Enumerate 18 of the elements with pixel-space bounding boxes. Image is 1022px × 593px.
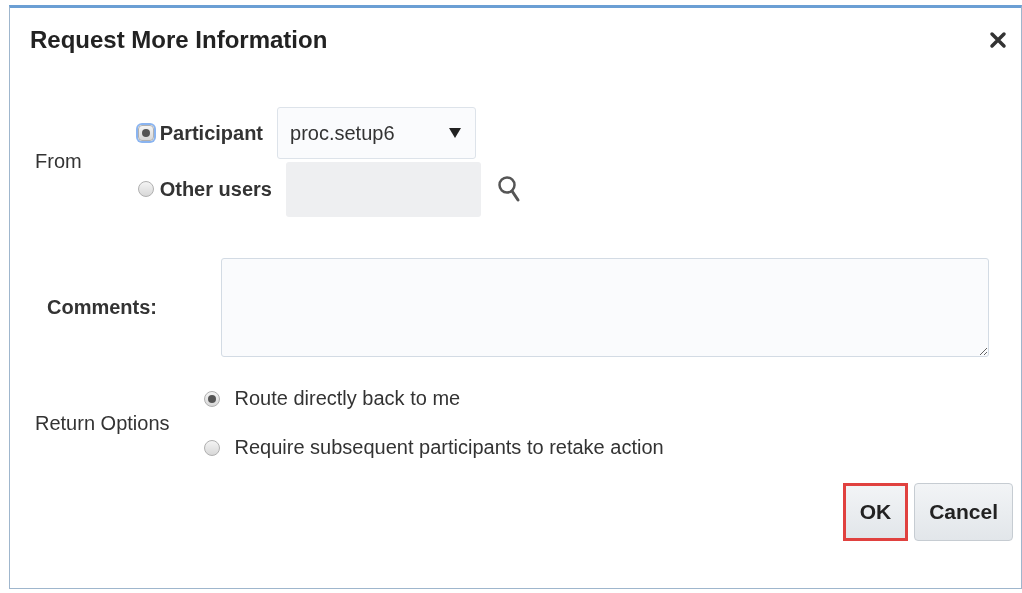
radio-label[interactable]: Require subsequent participants to retake action — [234, 436, 664, 459]
dialog-button[interactable]: Cancel — [914, 483, 1013, 541]
dialog-button[interactable]: OK — [842, 483, 909, 541]
from-label: From — [35, 149, 82, 173]
user-dropdown[interactable]: proc.setup6 — [277, 107, 477, 159]
comments-label: Comments: — [47, 296, 158, 319]
dropdown-arrow-icon — [449, 128, 462, 138]
radio-button[interactable] — [137, 181, 154, 197]
radio-label[interactable]: Route directly back to me — [234, 387, 461, 410]
close-icon[interactable] — [989, 31, 1007, 49]
dialog-title: Request More Information — [30, 26, 328, 54]
radio-button[interactable] — [137, 125, 154, 141]
radio-label[interactable]: Other users — [159, 177, 272, 201]
comments-field[interactable] — [221, 258, 989, 357]
radio-label[interactable]: Participant — [159, 121, 264, 145]
radio-button[interactable] — [203, 390, 220, 407]
radio-button[interactable] — [203, 439, 220, 456]
return-options-label: Return Options — [35, 411, 170, 435]
